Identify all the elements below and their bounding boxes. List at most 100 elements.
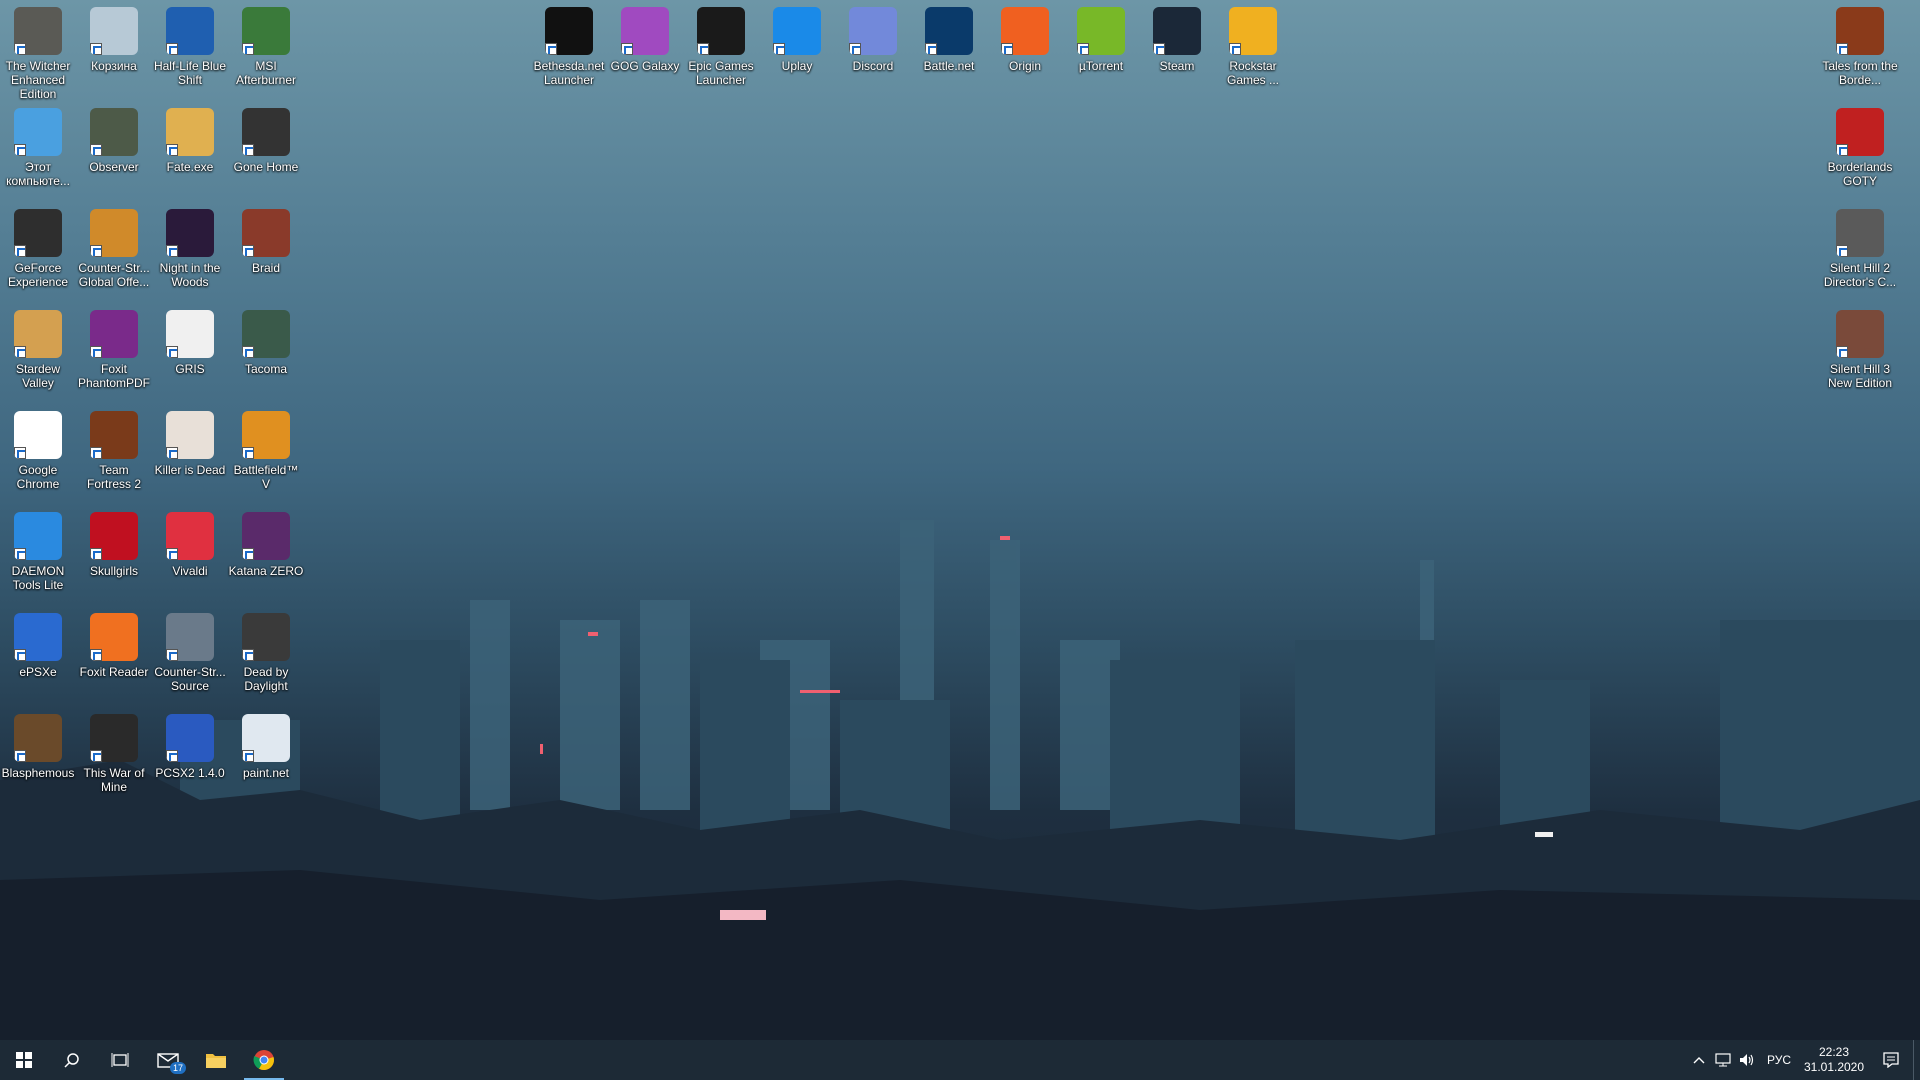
desktop-shortcut[interactable]: Night in the Woods bbox=[152, 206, 228, 289]
desktop-shortcut[interactable]: Half-Life Blue Shift bbox=[152, 4, 228, 87]
night-in-the-woods-icon bbox=[166, 209, 214, 257]
clock[interactable]: 22:23 31.01.2020 bbox=[1799, 1045, 1869, 1075]
gris-icon bbox=[166, 310, 214, 358]
shortcut-label: Dead by Daylight bbox=[243, 665, 289, 693]
desktop-shortcut[interactable]: Steam bbox=[1139, 4, 1215, 73]
desktop-shortcut[interactable]: Gone Home bbox=[228, 105, 304, 174]
shortcut-label: Tacoma bbox=[244, 362, 288, 376]
shortcut-label: Origin bbox=[1008, 59, 1041, 73]
shortcut-arrow-icon bbox=[1077, 43, 1089, 55]
desktop-shortcut[interactable]: ePSXe bbox=[0, 610, 76, 679]
desktop-shortcut[interactable]: GeForce Experience bbox=[0, 206, 76, 289]
desktop-shortcut[interactable]: Tales from the Borde... bbox=[1822, 4, 1898, 87]
search-button[interactable] bbox=[48, 1040, 96, 1080]
desktop-shortcut[interactable]: Skullgirls bbox=[76, 509, 152, 578]
desktop-shortcut[interactable]: Fate.exe bbox=[152, 105, 228, 174]
bethesda-icon bbox=[545, 7, 593, 55]
csgo-icon bbox=[90, 209, 138, 257]
desktop-shortcut[interactable]: Этот компьюте... bbox=[0, 105, 76, 188]
desktop-shortcut[interactable]: µTorrent bbox=[1063, 4, 1139, 73]
taskbar-chrome[interactable] bbox=[240, 1040, 288, 1080]
clock-time: 22:23 bbox=[1818, 1045, 1850, 1059]
desktop-shortcut[interactable]: Dead by Daylight bbox=[228, 610, 304, 693]
gone-home-icon bbox=[242, 108, 290, 156]
desktop-shortcut[interactable]: Uplay bbox=[759, 4, 835, 73]
action-center-button[interactable] bbox=[1869, 1052, 1913, 1068]
shortcut-label: Tales from the Borde... bbox=[1822, 59, 1898, 87]
shortcut-label: Vivaldi bbox=[172, 564, 208, 578]
language-indicator[interactable]: РУС bbox=[1759, 1053, 1799, 1067]
tray-overflow-button[interactable] bbox=[1687, 1056, 1711, 1064]
shortcut-label: Foxit PhantomPDF bbox=[77, 362, 151, 390]
shortcut-arrow-icon bbox=[14, 548, 26, 560]
desktop-shortcut[interactable]: GOG Galaxy bbox=[607, 4, 683, 73]
task-view-icon bbox=[111, 1053, 129, 1067]
desktop-shortcut[interactable]: Battle.net bbox=[911, 4, 987, 73]
shortcut-arrow-icon bbox=[14, 649, 26, 661]
desktop-shortcut[interactable]: Silent Hill 3 New Edition bbox=[1822, 307, 1898, 390]
shortcut-arrow-icon bbox=[242, 548, 254, 560]
witcher-icon bbox=[14, 7, 62, 55]
silent-hill-3-icon bbox=[1836, 310, 1884, 358]
shortcut-arrow-icon bbox=[242, 43, 254, 55]
desktop-shortcut[interactable]: This War of Mine bbox=[76, 711, 152, 794]
taskbar-file-explorer[interactable] bbox=[192, 1040, 240, 1080]
desktop-shortcut[interactable]: Stardew Valley bbox=[0, 307, 76, 390]
desktop-shortcut[interactable]: Braid bbox=[228, 206, 304, 275]
desktop-shortcut[interactable]: Корзина bbox=[76, 4, 152, 73]
desktop-shortcut[interactable]: paint.net bbox=[228, 711, 304, 780]
desktop-shortcut[interactable]: MSI Afterburner bbox=[228, 4, 304, 87]
desktop-shortcut[interactable]: Team Fortress 2 bbox=[76, 408, 152, 491]
shortcut-label: Night in the Woods bbox=[159, 261, 221, 289]
start-button[interactable] bbox=[0, 1040, 48, 1080]
shortcut-arrow-icon bbox=[166, 245, 178, 257]
desktop-shortcut[interactable]: Borderlands GOTY bbox=[1822, 105, 1898, 188]
desktop-shortcut[interactable]: The Witcher Enhanced Edition bbox=[0, 4, 76, 101]
observer-icon bbox=[90, 108, 138, 156]
desktop-shortcut[interactable]: Battlefield™ V bbox=[228, 408, 304, 491]
task-view-button[interactable] bbox=[96, 1040, 144, 1080]
desktop-shortcut[interactable]: DAEMON Tools Lite bbox=[0, 509, 76, 592]
show-desktop-button[interactable] bbox=[1913, 1040, 1920, 1080]
desktop-shortcut[interactable]: Discord bbox=[835, 4, 911, 73]
shortcut-arrow-icon bbox=[545, 43, 557, 55]
shortcut-arrow-icon bbox=[90, 43, 102, 55]
shortcut-arrow-icon bbox=[1836, 346, 1848, 358]
desktop-shortcut[interactable]: PCSX2 1.4.0 bbox=[152, 711, 228, 780]
network-icon bbox=[1715, 1053, 1731, 1067]
cs-source-icon bbox=[166, 613, 214, 661]
desktop-shortcut[interactable]: Counter-Str... Global Offe... bbox=[76, 206, 152, 289]
tray-network[interactable] bbox=[1711, 1053, 1735, 1067]
desktop-shortcut[interactable]: Bethesda.net Launcher bbox=[531, 4, 607, 87]
desktop-shortcut[interactable]: Foxit Reader bbox=[76, 610, 152, 679]
folder-icon bbox=[206, 1054, 226, 1068]
chevron-up-icon bbox=[1693, 1057, 1705, 1064]
chrome-icon bbox=[14, 411, 62, 459]
desktop-shortcut[interactable]: Observer bbox=[76, 105, 152, 174]
desktop-shortcut[interactable]: Counter-Str... Source bbox=[152, 610, 228, 693]
shortcut-arrow-icon bbox=[90, 346, 102, 358]
desktop-shortcut[interactable]: Tacoma bbox=[228, 307, 304, 376]
shortcut-arrow-icon bbox=[166, 43, 178, 55]
utorrent-icon bbox=[1077, 7, 1125, 55]
dead-by-daylight-icon bbox=[242, 613, 290, 661]
desktop-shortcut[interactable]: Epic Games Launcher bbox=[683, 4, 759, 87]
shortcut-label: Корзина bbox=[91, 59, 137, 73]
desktop-shortcut[interactable]: Foxit PhantomPDF bbox=[76, 307, 152, 390]
shortcut-label: Katana ZERO bbox=[228, 564, 304, 578]
shortcut-label: Team Fortress 2 bbox=[86, 463, 141, 491]
taskbar-mail[interactable]: 17 bbox=[144, 1040, 192, 1080]
tray-volume[interactable] bbox=[1735, 1053, 1759, 1067]
shortcut-arrow-icon bbox=[14, 43, 26, 55]
desktop-shortcut[interactable]: Rockstar Games ... bbox=[1215, 4, 1291, 87]
desktop-shortcut[interactable]: Katana ZERO bbox=[228, 509, 304, 578]
shortcut-arrow-icon bbox=[242, 750, 254, 762]
desktop-shortcut[interactable]: Blasphemous bbox=[0, 711, 76, 780]
desktop-shortcut[interactable]: Killer is Dead bbox=[152, 408, 228, 477]
desktop-shortcut[interactable]: Google Chrome bbox=[0, 408, 76, 491]
desktop-shortcut[interactable]: Origin bbox=[987, 4, 1063, 73]
desktop-shortcut[interactable]: Vivaldi bbox=[152, 509, 228, 578]
desktop-shortcut[interactable]: GRIS bbox=[152, 307, 228, 376]
desktop-shortcut[interactable]: Silent Hill 2 Director's C... bbox=[1822, 206, 1898, 289]
shortcut-arrow-icon bbox=[773, 43, 785, 55]
